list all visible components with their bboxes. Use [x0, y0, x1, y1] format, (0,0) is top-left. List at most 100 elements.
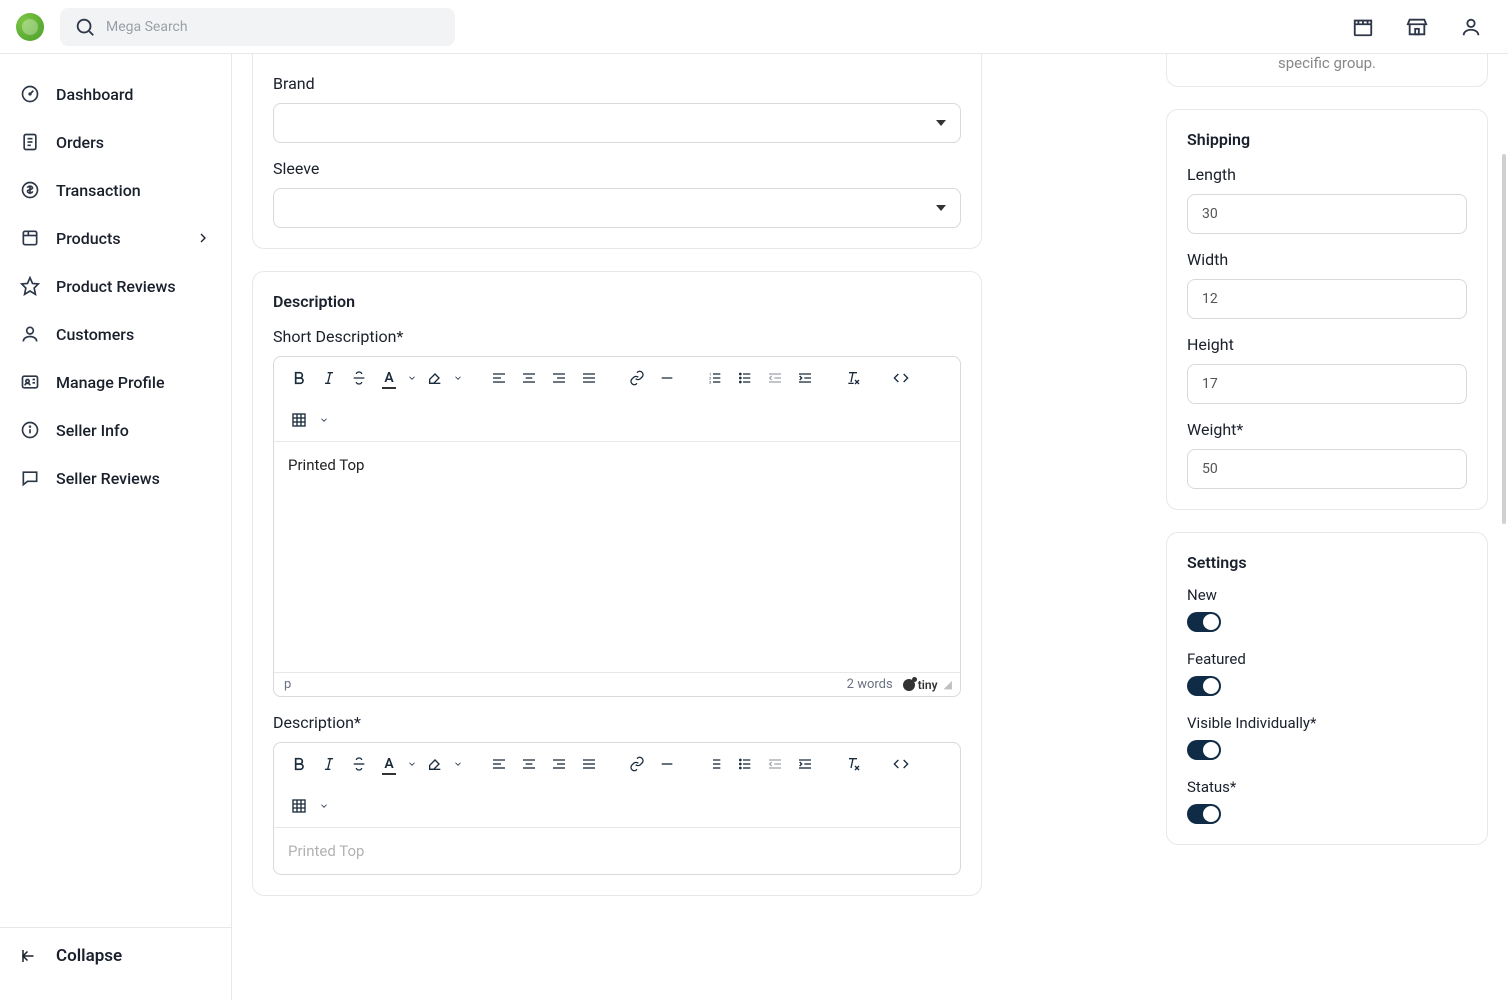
box-icon: [20, 228, 40, 248]
editor-toolbar-row2: [274, 399, 960, 442]
text-color-button[interactable]: A: [374, 749, 404, 779]
code-button[interactable]: [886, 363, 916, 393]
collapse-button[interactable]: Collapse: [0, 927, 231, 984]
search-icon: [74, 16, 96, 38]
align-right-button[interactable]: [544, 363, 574, 393]
height-input[interactable]: [1187, 364, 1467, 404]
status-toggle[interactable]: [1187, 804, 1221, 824]
svg-text:3: 3: [709, 379, 711, 384]
tinymce-logo[interactable]: tiny: [903, 678, 938, 692]
sidebar-item-transaction[interactable]: Transaction: [0, 166, 231, 214]
hr-button[interactable]: [652, 363, 682, 393]
short-description-label: Short Description*: [273, 327, 961, 346]
chat-icon: [20, 468, 40, 488]
ordered-list-button[interactable]: 123: [700, 363, 730, 393]
bg-color-chevron[interactable]: [450, 363, 466, 393]
text-color-chevron[interactable]: [404, 749, 420, 779]
sleeve-select[interactable]: [273, 188, 961, 228]
new-toggle[interactable]: [1187, 612, 1221, 632]
sidebar-item-label: Product Reviews: [56, 277, 176, 296]
table-button[interactable]: [284, 405, 314, 435]
settings-card: Settings New Featured Visible Individual…: [1166, 532, 1488, 845]
align-left-button[interactable]: [484, 749, 514, 779]
element-path[interactable]: p: [284, 677, 291, 692]
bg-color-button[interactable]: [420, 363, 450, 393]
sidebar-item-label: Products: [56, 229, 121, 248]
editor-toolbar: A: [274, 357, 960, 399]
user-icon: [20, 324, 40, 344]
text-color-chevron[interactable]: [404, 363, 420, 393]
italic-button[interactable]: [314, 749, 344, 779]
table-chevron[interactable]: [316, 405, 332, 435]
align-left-button[interactable]: [484, 363, 514, 393]
link-button[interactable]: [622, 363, 652, 393]
link-button[interactable]: [622, 749, 652, 779]
ordered-list-button[interactable]: [700, 749, 730, 779]
sidebar-item-seller-info[interactable]: Seller Info: [0, 406, 231, 454]
scrollbar[interactable]: [1502, 54, 1506, 1000]
strikethrough-button[interactable]: [344, 363, 374, 393]
resize-grip-icon[interactable]: ◢: [944, 678, 950, 691]
indent-button[interactable]: [790, 363, 820, 393]
clear-format-button[interactable]: [838, 363, 868, 393]
bold-button[interactable]: [284, 363, 314, 393]
featured-toggle[interactable]: [1187, 676, 1221, 696]
sleeve-field-label: Sleeve: [273, 159, 961, 178]
sidebar-item-label: Dashboard: [56, 85, 133, 104]
clear-format-button[interactable]: [838, 749, 868, 779]
user-icon[interactable]: [1460, 16, 1482, 38]
visible-toggle[interactable]: [1187, 740, 1221, 760]
align-justify-button[interactable]: [574, 363, 604, 393]
featured-toggle-label: Featured: [1187, 650, 1467, 668]
mega-search[interactable]: [60, 8, 455, 46]
bullet-list-button[interactable]: [730, 363, 760, 393]
brand-select[interactable]: [273, 103, 961, 143]
outdent-button[interactable]: [760, 749, 790, 779]
align-center-button[interactable]: [514, 749, 544, 779]
outdent-button[interactable]: [760, 363, 790, 393]
align-right-button[interactable]: [544, 749, 574, 779]
receipt-icon: [20, 132, 40, 152]
sidebar-item-label: Transaction: [56, 181, 141, 200]
caret-down-icon: [936, 120, 946, 126]
width-input[interactable]: [1187, 279, 1467, 319]
app-logo[interactable]: [16, 13, 44, 41]
brand-field-label: Brand: [273, 74, 961, 93]
bg-color-button[interactable]: [420, 749, 450, 779]
sidebar-item-manage-profile[interactable]: Manage Profile: [0, 358, 231, 406]
strikethrough-button[interactable]: [344, 749, 374, 779]
sidebar-item-orders[interactable]: Orders: [0, 118, 231, 166]
sidebar-item-product-reviews[interactable]: Product Reviews: [0, 262, 231, 310]
storefront-icon[interactable]: [1352, 16, 1374, 38]
indent-button[interactable]: [790, 749, 820, 779]
short-description-textarea[interactable]: Printed Top: [274, 442, 960, 672]
sidebar-item-products[interactable]: Products: [0, 214, 231, 262]
sidebar-item-customers[interactable]: Customers: [0, 310, 231, 358]
description-textarea[interactable]: Printed Top: [274, 828, 960, 874]
search-input[interactable]: [106, 19, 441, 35]
star-icon: [20, 276, 40, 296]
weight-input[interactable]: [1187, 449, 1467, 489]
shipping-card: Shipping Length Width Height Weight*: [1166, 109, 1488, 510]
description-label: Description*: [273, 713, 961, 732]
hr-button[interactable]: [652, 749, 682, 779]
code-button[interactable]: [886, 749, 916, 779]
short-description-editor: A: [273, 356, 961, 697]
description-editor: A: [273, 742, 961, 875]
dollar-icon: [20, 180, 40, 200]
scrollbar-thumb[interactable]: [1502, 154, 1506, 524]
table-chevron[interactable]: [316, 791, 332, 821]
align-justify-button[interactable]: [574, 749, 604, 779]
sidebar-item-seller-reviews[interactable]: Seller Reviews: [0, 454, 231, 502]
sidebar-item-dashboard[interactable]: Dashboard: [0, 70, 231, 118]
text-color-button[interactable]: A: [374, 363, 404, 393]
italic-button[interactable]: [314, 363, 344, 393]
align-center-button[interactable]: [514, 363, 544, 393]
marketplace-icon[interactable]: [1406, 16, 1428, 38]
length-input[interactable]: [1187, 194, 1467, 234]
collapse-label: Collapse: [56, 946, 122, 966]
bullet-list-button[interactable]: [730, 749, 760, 779]
bold-button[interactable]: [284, 749, 314, 779]
bg-color-chevron[interactable]: [450, 749, 466, 779]
table-button[interactable]: [284, 791, 314, 821]
